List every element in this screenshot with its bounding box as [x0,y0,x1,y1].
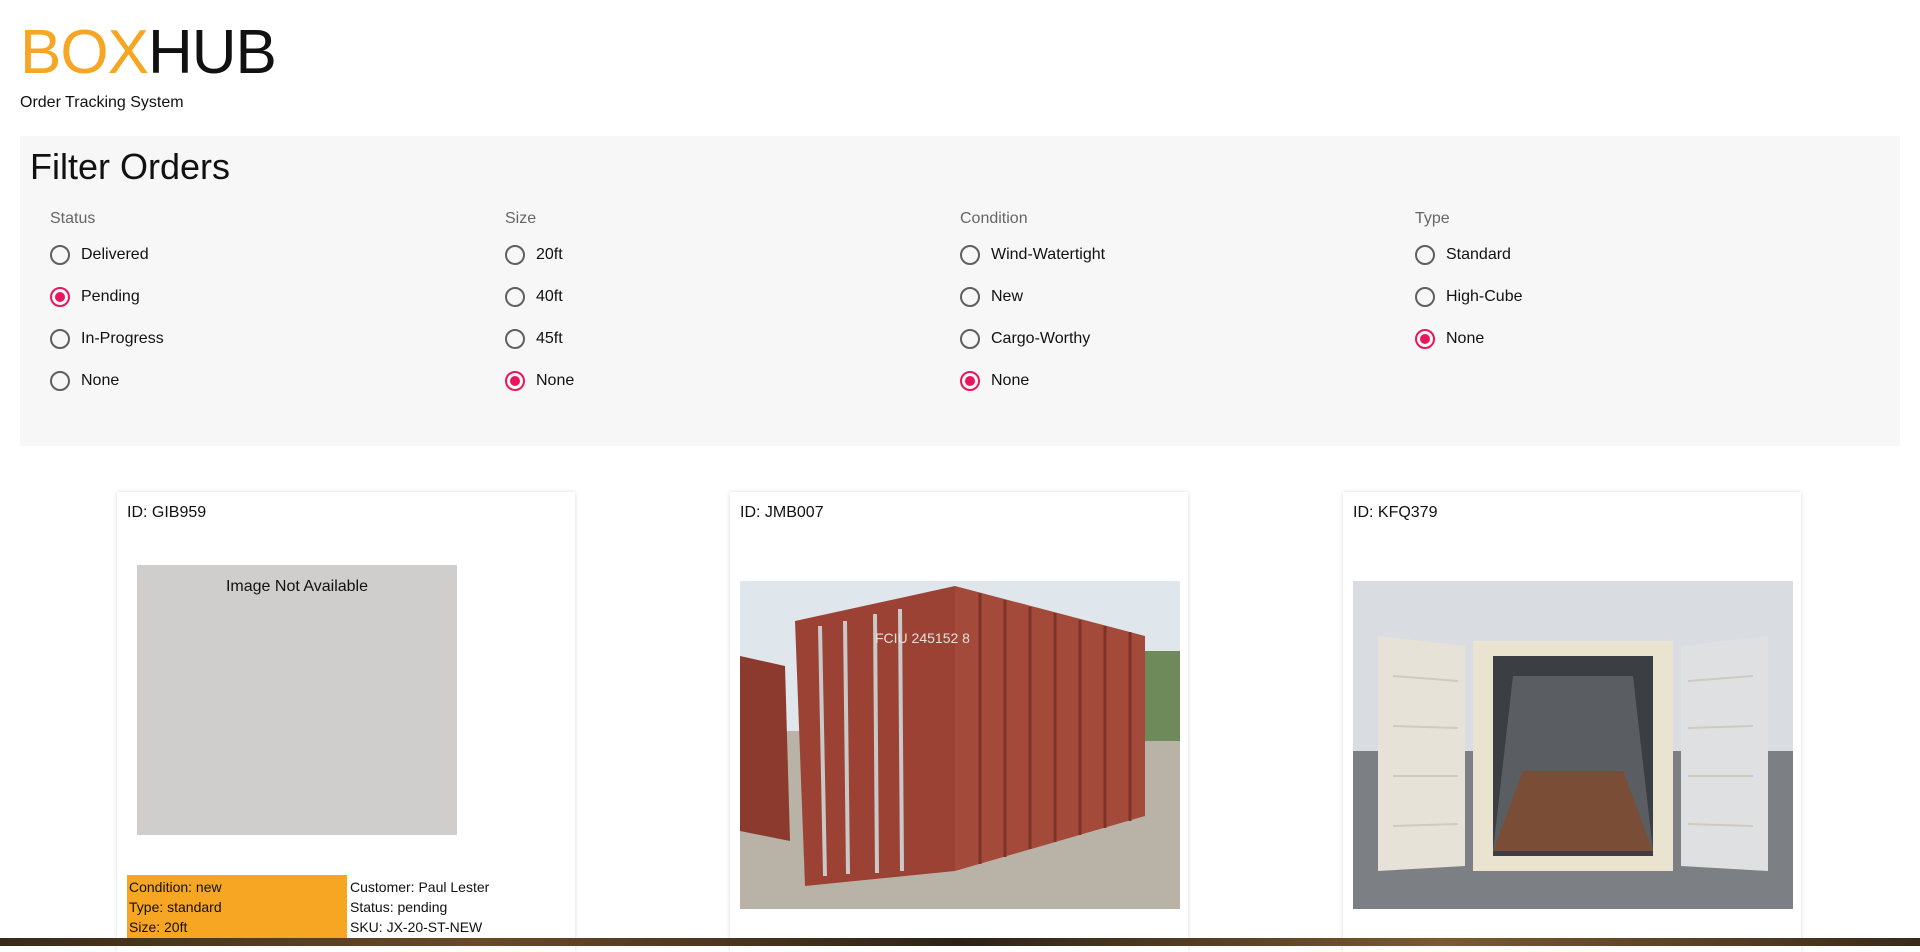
option-label: None [81,372,120,389]
boxhub-logo[interactable]: BOXHUB [20,22,277,84]
status-filter-label: Status [50,210,96,227]
radio-selected-icon[interactable] [505,371,525,391]
option-label: 45ft [536,330,563,347]
option-label: New [991,288,1024,305]
radio-icon[interactable] [50,329,70,349]
container-image: FCIU 245152 8 [740,581,1180,909]
option-label: Pending [81,288,140,305]
radio-icon[interactable] [960,245,980,265]
status-option-delivered[interactable]: Delivered [50,234,470,276]
radio-icon[interactable] [960,329,980,349]
option-label: Standard [1446,246,1511,263]
option-label: Cargo-Worthy [991,330,1091,347]
radio-icon[interactable] [1415,245,1435,265]
order-customer: Customer: Paul Lester [350,879,490,895]
size-filter-group: Size 20ft 40ft 45ft None [505,210,925,402]
radio-icon[interactable] [960,287,980,307]
option-label: 40ft [536,288,563,305]
order-card[interactable]: ID: KFQ379 [1343,492,1801,952]
option-label: None [536,372,575,389]
size-option-45ft[interactable]: 45ft [505,318,925,360]
svg-text:FCIU 245152 8: FCIU 245152 8 [875,630,970,646]
condition-filter-label: Condition [960,210,1028,227]
footer-strip [0,938,1920,946]
size-option-none[interactable]: None [505,360,925,402]
status-option-pending[interactable]: Pending [50,276,470,318]
condition-option-wind-watertight[interactable]: Wind-Watertight [960,234,1380,276]
image-placeholder-text: Image Not Available [225,578,368,595]
order-info: Customer: Paul Lester Status: pending SK… [347,875,567,939]
status-filter-group: Status Delivered Pending In-Progress Non… [50,210,470,402]
radio-selected-icon[interactable] [1415,329,1435,349]
order-id: ID: JMB007 [740,504,824,521]
type-filter-group: Type Standard High-Cube None [1415,210,1835,360]
condition-filter-group: Condition Wind-Watertight New Cargo-Wort… [960,210,1380,402]
status-option-none[interactable]: None [50,360,470,402]
filter-title: Filter Orders [30,146,231,187]
image-placeholder: Image Not Available [137,565,457,835]
size-filter-label: Size [505,210,537,227]
condition-option-new[interactable]: New [960,276,1380,318]
type-option-none[interactable]: None [1415,318,1835,360]
filter-panel: Filter Orders Status Delivered Pending I… [20,136,1900,446]
order-attributes: Condition: new Type: standard Size: 20ft [127,875,347,945]
option-label: High-Cube [1446,288,1523,305]
order-sku: SKU: JX-20-ST-NEW [350,919,483,935]
radio-icon[interactable] [505,329,525,349]
option-label: None [1446,330,1485,347]
radio-icon[interactable] [1415,287,1435,307]
logo-box: BOX [20,18,149,87]
order-condition: Condition: new [129,879,222,895]
radio-icon[interactable] [50,245,70,265]
condition-option-none[interactable]: None [960,360,1380,402]
container-image [1353,581,1793,909]
order-card[interactable]: ID: GIB959 Image Not Available Condition… [117,492,575,952]
option-label: 20ft [536,246,563,263]
order-type: Type: standard [129,899,222,915]
type-option-standard[interactable]: Standard [1415,234,1835,276]
condition-option-cargo-worthy[interactable]: Cargo-Worthy [960,318,1380,360]
size-option-40ft[interactable]: 40ft [505,276,925,318]
option-label: In-Progress [81,330,164,347]
logo-hub: HUB [147,18,277,87]
order-size: Size: 20ft [129,919,188,935]
order-id: ID: KFQ379 [1353,504,1438,521]
radio-icon[interactable] [50,371,70,391]
order-id: ID: GIB959 [127,504,207,521]
radio-selected-icon[interactable] [50,287,70,307]
radio-icon[interactable] [505,245,525,265]
type-filter-label: Type [1415,210,1450,227]
status-option-in-progress[interactable]: In-Progress [50,318,470,360]
option-label: Wind-Watertight [991,246,1106,263]
option-label: None [991,372,1030,389]
header: BOXHUB Order Tracking System [20,22,277,112]
radio-icon[interactable] [505,287,525,307]
order-status: Status: pending [350,899,448,915]
size-option-20ft[interactable]: 20ft [505,234,925,276]
option-label: Delivered [81,246,149,263]
radio-selected-icon[interactable] [960,371,980,391]
app-subtitle: Order Tracking System [20,94,184,111]
order-card[interactable]: ID: JMB007 FCIU 245152 8 [730,492,1188,952]
type-option-high-cube[interactable]: High-Cube [1415,276,1835,318]
